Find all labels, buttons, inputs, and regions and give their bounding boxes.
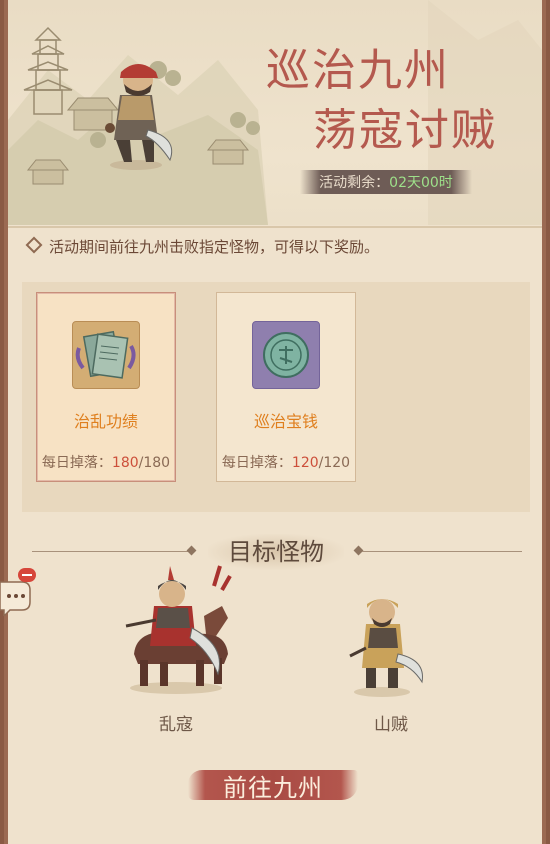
heading-dot-left-icon [186, 545, 197, 556]
mountain-bandit-icon [349, 599, 423, 697]
scroll-documents-icon [72, 321, 140, 389]
banner-divider [8, 226, 542, 228]
timer-label: 活动剩余： [319, 175, 390, 191]
monster-name: 山贼 [374, 715, 408, 735]
go-button-label: 前往九州 [223, 774, 323, 802]
event-timer: 活动剩余：02天00时 [300, 168, 472, 196]
monster-shanzei[interactable] [342, 588, 432, 698]
jade-coin-icon [252, 321, 320, 389]
go-to-jiuzhou-button[interactable]: 前往九州 [188, 762, 358, 806]
reward-name: 巡治宝钱 [253, 412, 318, 431]
monster-name: 乱寇 [159, 715, 193, 735]
drop-label: 每日掉落： [41, 455, 112, 471]
reward-name: 治乱功绩 [73, 412, 138, 431]
reward-card[interactable]: 治乱功绩 每日掉落：180/180 [36, 292, 176, 482]
mounted-bandit-icon [125, 565, 232, 694]
timer-value: 02天00时 [389, 175, 453, 191]
event-title-line1: 巡治九州 [266, 45, 450, 96]
rewards-area: 治乱功绩 每日掉落：180/180 巡治宝钱 每日掉落：120/120 [22, 282, 530, 512]
monster-luankou[interactable] [116, 556, 246, 696]
drop-current: 180 [111, 455, 139, 471]
heading-line-left [32, 551, 190, 552]
drop-max: /120 [318, 455, 351, 471]
event-banner: 巡治九州 荡寇讨贼 活动剩余：02天00时 [8, 0, 542, 225]
drop-max: /180 [138, 455, 171, 471]
reward-daily-drop: 每日掉落：120/120 [217, 452, 355, 472]
drop-current: 120 [291, 455, 319, 471]
event-title-line2: 荡寇讨贼 [313, 105, 497, 156]
heading-line-right [362, 551, 522, 552]
timer-text: 活动剩余：02天00时 [300, 172, 472, 192]
description-text: 活动期间前往九州击败指定怪物，可得以下奖励。 [49, 238, 380, 256]
event-description: 活动期间前往九州击败指定怪物，可得以下奖励。 [25, 236, 380, 257]
drop-label: 每日掉落： [221, 455, 292, 471]
notification-badge-icon[interactable] [18, 568, 36, 582]
diamond-bullet-icon [25, 236, 43, 254]
reward-daily-drop: 每日掉落：180/180 [37, 452, 175, 472]
reward-card[interactable]: 巡治宝钱 每日掉落：120/120 [216, 292, 356, 482]
event-panel: 巡治九州 荡寇讨贼 活动剩余：02天00时 活动期间前往九州击败指定怪物，可得以… [4, 0, 546, 844]
